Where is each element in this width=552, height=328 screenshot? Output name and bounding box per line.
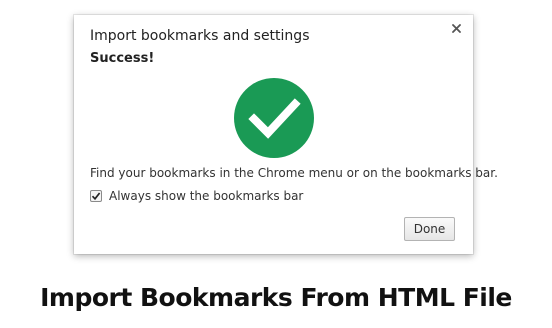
show-bookmarks-bar-option[interactable]: Always show the bookmarks bar (90, 189, 303, 203)
check-icon (91, 192, 101, 201)
dialog-title: Import bookmarks and settings (90, 28, 310, 44)
show-bookmarks-bar-checkbox[interactable] (90, 190, 102, 202)
page-caption: Import Bookmarks From HTML File (40, 283, 512, 312)
checkbox-label: Always show the bookmarks bar (109, 189, 304, 203)
done-button[interactable]: Done (404, 217, 455, 241)
import-dialog: Import bookmarks and settings Success! F… (74, 15, 498, 254)
success-message: Find your bookmarks in the Chrome menu o… (90, 166, 498, 180)
close-icon (451, 23, 461, 33)
status-text: Success! (90, 51, 155, 66)
close-button[interactable] (448, 20, 464, 36)
success-circle (234, 78, 314, 158)
checkmark-circle-icon (234, 78, 314, 158)
